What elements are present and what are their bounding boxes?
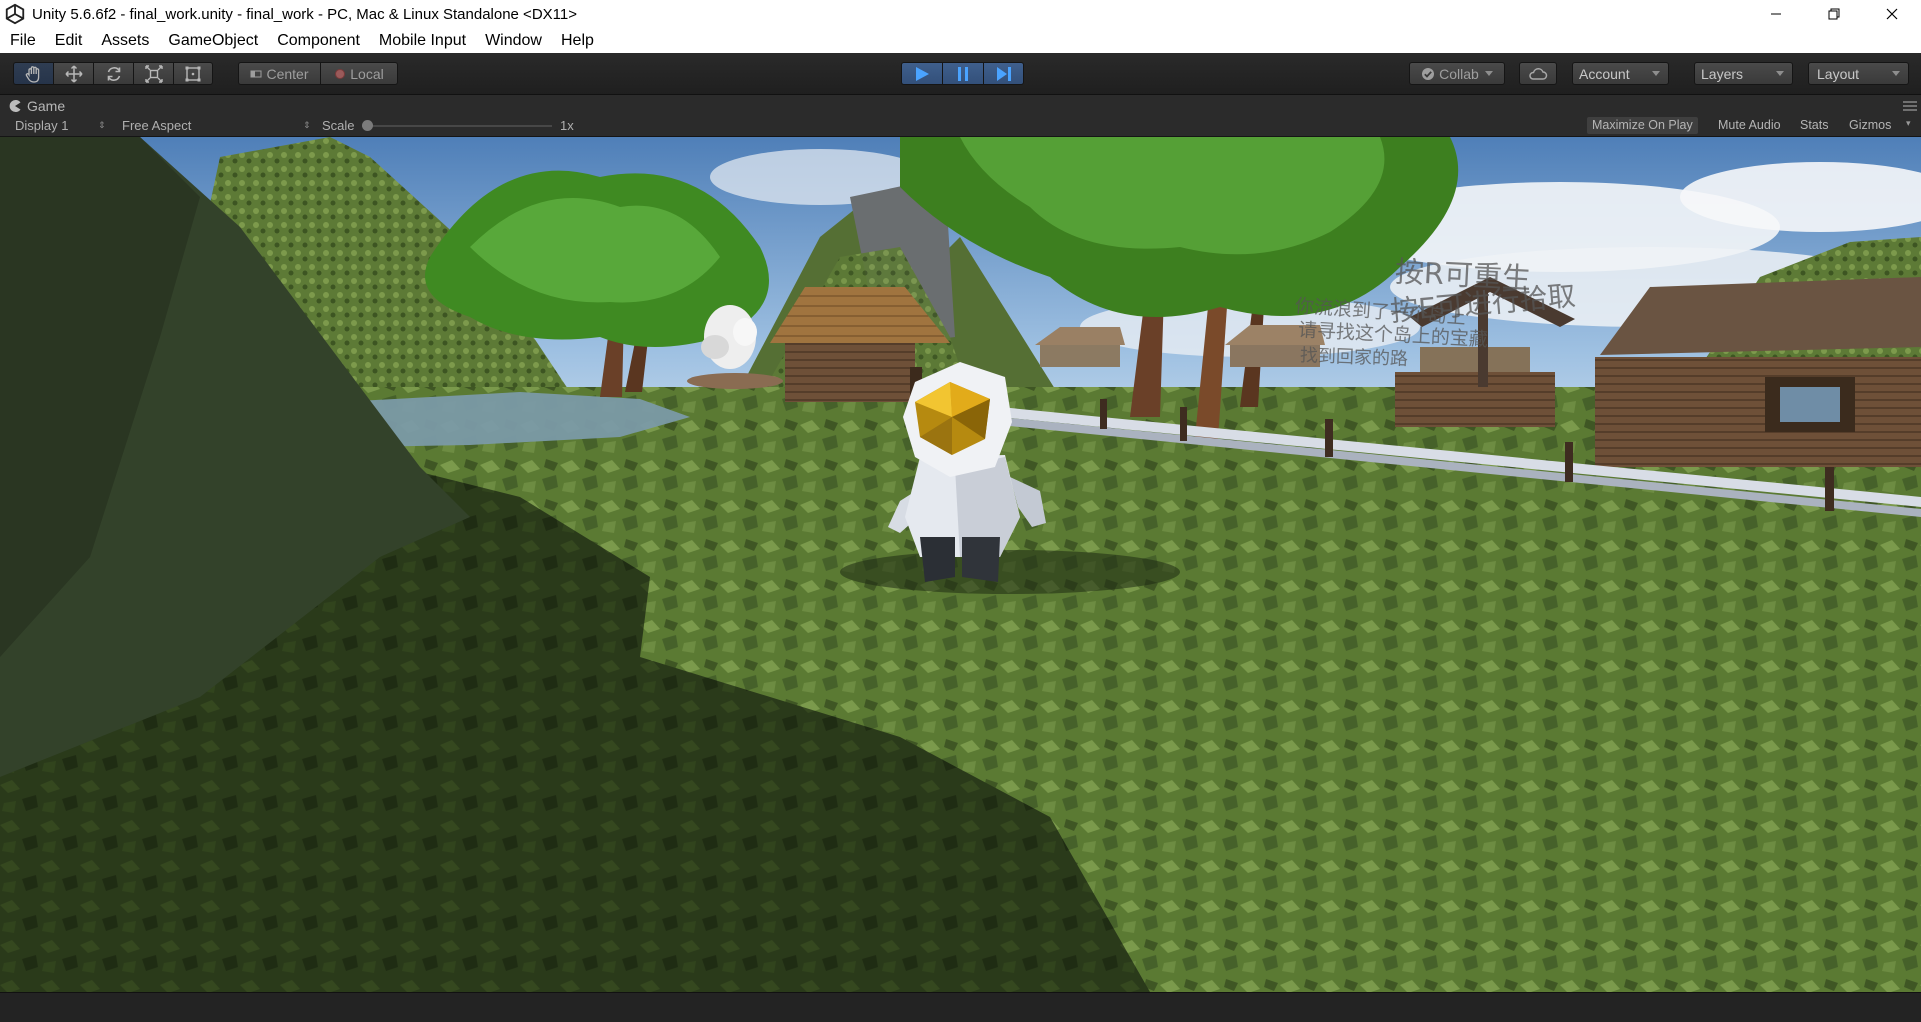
hand-tool-button[interactable] xyxy=(13,62,53,85)
aspect-label: Free Aspect xyxy=(122,118,192,133)
game-view-viewport[interactable]: 按R可重生 按E可进行拾取 你流浪到了一个岛上 请寻找这个岛上的宝藏 找到回家的… xyxy=(0,137,1921,992)
transform-tools xyxy=(13,62,213,85)
wooden-cabin-right xyxy=(1595,277,1921,467)
scale-tool-button[interactable] xyxy=(133,62,173,85)
aspect-updown-icon: ⇕ xyxy=(303,120,311,130)
scale-value: 1x xyxy=(560,118,574,133)
rect-transform-icon xyxy=(185,66,201,81)
layout-label: Layout xyxy=(1817,65,1860,82)
menu-help[interactable]: Help xyxy=(551,28,603,53)
account-label: Account xyxy=(1579,65,1630,82)
overlay-story-line-3: 找到回家的路 xyxy=(1299,345,1409,370)
restore-button[interactable] xyxy=(1805,0,1863,28)
menu-file[interactable]: File xyxy=(0,28,45,53)
display-dropdown[interactable]: Display 1 ⇕ xyxy=(15,115,106,136)
layers-dropdown[interactable]: Layers xyxy=(1694,62,1793,85)
game-scene xyxy=(0,137,1921,992)
layers-arrow-icon xyxy=(1776,71,1784,76)
status-bar xyxy=(0,992,1921,1022)
menu-window[interactable]: Window xyxy=(475,28,551,53)
minimize-icon xyxy=(1771,13,1781,15)
step-forward-icon xyxy=(996,66,1011,81)
display-updown-icon: ⇕ xyxy=(98,120,106,130)
layout-dropdown[interactable]: Layout xyxy=(1808,62,1909,85)
layout-arrow-icon xyxy=(1892,71,1900,76)
pivot-center-button[interactable]: Center xyxy=(238,62,320,85)
hand-icon xyxy=(25,65,39,83)
pause-button[interactable] xyxy=(942,62,983,85)
cloud-button[interactable] xyxy=(1519,62,1557,85)
game-view-controls: Display 1 ⇕ Free Aspect ⇕ Scale 1x Maxim… xyxy=(0,115,1921,137)
collab-check-icon xyxy=(1422,67,1435,80)
rect-tool-button[interactable] xyxy=(173,62,213,85)
restore-icon xyxy=(1828,8,1840,20)
pause-icon xyxy=(958,66,968,81)
collab-arrow-icon xyxy=(1484,71,1493,76)
menu-assets[interactable]: Assets xyxy=(91,28,158,53)
aspect-dropdown[interactable]: Free Aspect ⇕ xyxy=(122,115,312,136)
gizmos-arrow-icon[interactable]: ▾ xyxy=(1906,118,1911,129)
collab-dropdown[interactable]: Collab xyxy=(1409,62,1505,85)
menu-gameobject[interactable]: GameObject xyxy=(158,28,267,53)
pivot-center-label: Center xyxy=(266,65,309,82)
tab-game[interactable]: Game xyxy=(8,96,65,115)
account-arrow-icon xyxy=(1652,71,1660,76)
menu-component[interactable]: Component xyxy=(267,28,369,53)
rotate-tool-button[interactable] xyxy=(93,62,133,85)
local-globe-icon xyxy=(335,68,346,79)
pivot-center-icon xyxy=(250,70,262,77)
pacman-game-icon xyxy=(9,99,21,112)
game-tab-bar: Game xyxy=(0,95,1921,115)
scale-slider-thumb[interactable] xyxy=(362,120,373,131)
unity-logo-icon xyxy=(5,3,25,25)
scale-slider[interactable] xyxy=(362,115,552,136)
mute-audio-toggle[interactable]: Mute Audio xyxy=(1713,117,1786,134)
scale-label: Scale xyxy=(322,118,355,133)
menu-mobile-input[interactable]: Mobile Input xyxy=(369,28,475,53)
window-title: Unity 5.6.6f2 - final_work.unity - final… xyxy=(32,5,577,23)
cloud-icon xyxy=(1529,67,1548,80)
close-window-button[interactable] xyxy=(1863,0,1921,28)
main-toolbar: Center Local Collab Account Layers Layou… xyxy=(0,53,1921,95)
minimize-button[interactable] xyxy=(1747,0,1805,28)
tab-game-label: Game xyxy=(27,97,66,114)
pivot-toggles: Center Local xyxy=(238,62,398,85)
play-button[interactable] xyxy=(901,62,942,85)
maximize-on-play-toggle[interactable]: Maximize On Play xyxy=(1587,117,1698,134)
display-label: Display 1 xyxy=(15,118,69,133)
tab-menu-icon[interactable] xyxy=(1903,101,1917,111)
rotate-icon xyxy=(107,66,120,81)
scale-icon xyxy=(144,64,163,83)
layers-label: Layers xyxy=(1701,65,1744,82)
account-dropdown[interactable]: Account xyxy=(1572,62,1669,85)
move-tool-button[interactable] xyxy=(53,62,93,85)
menu-edit[interactable]: Edit xyxy=(45,28,92,53)
play-icon xyxy=(916,66,929,81)
move-arrows-icon xyxy=(64,64,83,83)
gizmos-dropdown[interactable]: Gizmos xyxy=(1844,117,1896,134)
close-icon xyxy=(1886,8,1898,20)
stats-toggle[interactable]: Stats xyxy=(1795,117,1834,134)
step-button[interactable] xyxy=(983,62,1024,85)
pivot-local-button[interactable]: Local xyxy=(320,62,398,85)
pivot-local-label: Local xyxy=(350,65,384,82)
window-title-bar: Unity 5.6.6f2 - final_work.unity - final… xyxy=(0,0,1921,28)
collab-label: Collab xyxy=(1439,65,1479,82)
menu-bar: File Edit Assets GameObject Component Mo… xyxy=(0,28,1921,54)
scale-slider-track xyxy=(362,125,552,127)
playback-controls xyxy=(901,62,1024,85)
